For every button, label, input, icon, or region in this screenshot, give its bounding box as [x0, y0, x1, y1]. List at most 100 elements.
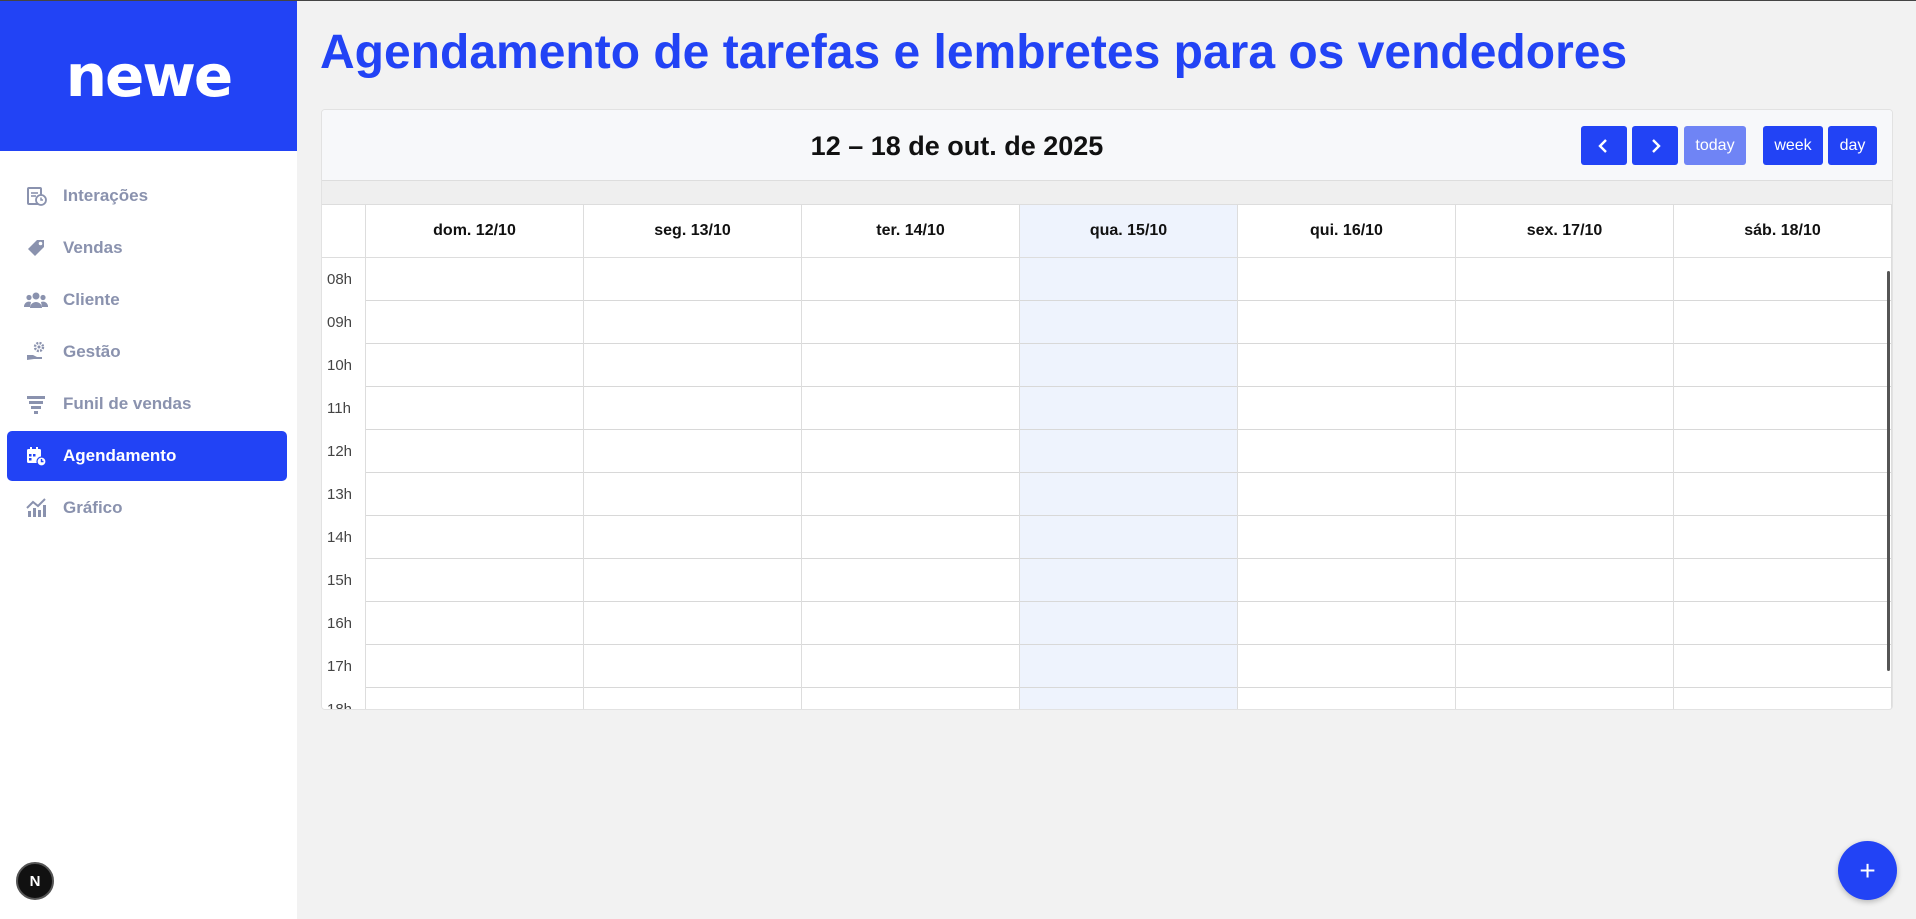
time-slot[interactable]: [802, 430, 1019, 473]
time-slot[interactable]: [1238, 645, 1455, 688]
today-button[interactable]: today: [1684, 126, 1746, 165]
time-slot[interactable]: [1674, 688, 1891, 709]
day-header[interactable]: qui. 16/10: [1238, 205, 1456, 257]
time-slot[interactable]: [1456, 559, 1673, 602]
week-view-button[interactable]: week: [1763, 126, 1823, 165]
time-slot[interactable]: [802, 301, 1019, 344]
time-slot[interactable]: [1456, 473, 1673, 516]
calendar-scrollbar[interactable]: [1887, 271, 1890, 671]
sidebar-item-interacoes[interactable]: Interações: [7, 171, 287, 221]
time-slot[interactable]: [1456, 387, 1673, 430]
sidebar-item-grafico[interactable]: Gráfico: [7, 483, 287, 533]
time-slot[interactable]: [1674, 258, 1891, 301]
time-slot[interactable]: [802, 602, 1019, 645]
time-slot[interactable]: [1020, 301, 1237, 344]
next-week-button[interactable]: [1632, 126, 1678, 165]
time-slot[interactable]: [584, 645, 801, 688]
time-slot[interactable]: [584, 387, 801, 430]
time-slot[interactable]: [584, 559, 801, 602]
time-slot[interactable]: [1238, 258, 1455, 301]
time-slot[interactable]: [584, 516, 801, 559]
time-slot[interactable]: [366, 602, 583, 645]
time-slot[interactable]: [1238, 301, 1455, 344]
sidebar-item-cliente[interactable]: Cliente: [7, 275, 287, 325]
time-slot[interactable]: [366, 430, 583, 473]
time-slot[interactable]: [802, 559, 1019, 602]
time-slot[interactable]: [366, 301, 583, 344]
time-slot[interactable]: [584, 473, 801, 516]
time-slot[interactable]: [366, 688, 583, 709]
time-slot[interactable]: [1674, 602, 1891, 645]
time-slot[interactable]: [1238, 473, 1455, 516]
time-slot[interactable]: [1238, 387, 1455, 430]
time-slot[interactable]: [1456, 516, 1673, 559]
time-slot[interactable]: [1674, 559, 1891, 602]
sidebar-item-gestao[interactable]: Gestão: [7, 327, 287, 377]
time-slot[interactable]: [366, 473, 583, 516]
time-slot[interactable]: [1020, 645, 1237, 688]
time-slot[interactable]: [1020, 602, 1237, 645]
time-slot[interactable]: [802, 258, 1019, 301]
time-slot[interactable]: [1020, 430, 1237, 473]
time-slot[interactable]: [1456, 430, 1673, 473]
time-slot[interactable]: [1456, 602, 1673, 645]
time-slot[interactable]: [1238, 344, 1455, 387]
time-slot[interactable]: [584, 258, 801, 301]
time-slot[interactable]: [1238, 559, 1455, 602]
time-slot[interactable]: [1238, 430, 1455, 473]
logo[interactable]: newe: [0, 1, 297, 151]
time-slot[interactable]: [584, 430, 801, 473]
prev-week-button[interactable]: [1581, 126, 1627, 165]
time-slot[interactable]: [1020, 387, 1237, 430]
day-view-button[interactable]: day: [1828, 126, 1877, 165]
time-slot[interactable]: [1020, 473, 1237, 516]
day-header[interactable]: seg. 13/10: [584, 205, 802, 257]
time-slot[interactable]: [1674, 387, 1891, 430]
sidebar-item-vendas[interactable]: Vendas: [7, 223, 287, 273]
time-slot[interactable]: [1020, 516, 1237, 559]
time-slot[interactable]: [1456, 301, 1673, 344]
time-slot[interactable]: [584, 602, 801, 645]
time-slot[interactable]: [1456, 258, 1673, 301]
time-slot[interactable]: [1674, 430, 1891, 473]
time-slot[interactable]: [1456, 645, 1673, 688]
time-slot[interactable]: [802, 387, 1019, 430]
sidebar-item-agendamento[interactable]: Agendamento: [7, 431, 287, 481]
time-slot[interactable]: [1674, 301, 1891, 344]
time-slot[interactable]: [584, 301, 801, 344]
day-header-today[interactable]: qua. 15/10: [1020, 205, 1238, 257]
time-slot[interactable]: [366, 559, 583, 602]
time-slot[interactable]: [366, 516, 583, 559]
add-event-button[interactable]: +: [1838, 841, 1897, 900]
time-slot[interactable]: [1238, 602, 1455, 645]
time-slot[interactable]: [802, 344, 1019, 387]
time-slot[interactable]: [1674, 516, 1891, 559]
time-slot[interactable]: [584, 688, 801, 709]
time-slot[interactable]: [802, 645, 1019, 688]
time-slot[interactable]: [1020, 688, 1237, 709]
time-slot[interactable]: [1238, 516, 1455, 559]
day-header[interactable]: sáb. 18/10: [1674, 205, 1892, 257]
time-slot[interactable]: [366, 387, 583, 430]
time-slot[interactable]: [802, 688, 1019, 709]
time-slot[interactable]: [802, 473, 1019, 516]
time-slot[interactable]: [366, 645, 583, 688]
time-slot[interactable]: [584, 344, 801, 387]
time-slot[interactable]: [1674, 645, 1891, 688]
framework-badge[interactable]: N: [16, 862, 54, 900]
time-slot[interactable]: [1020, 258, 1237, 301]
time-slot[interactable]: [366, 258, 583, 301]
day-header[interactable]: ter. 14/10: [802, 205, 1020, 257]
day-header[interactable]: dom. 12/10: [366, 205, 584, 257]
time-slot[interactable]: [1238, 688, 1455, 709]
day-header[interactable]: sex. 17/10: [1456, 205, 1674, 257]
time-slot[interactable]: [1456, 344, 1673, 387]
time-slot[interactable]: [1674, 344, 1891, 387]
time-slot[interactable]: [802, 516, 1019, 559]
time-slot[interactable]: [1674, 473, 1891, 516]
time-slot[interactable]: [366, 344, 583, 387]
time-slot[interactable]: [1020, 344, 1237, 387]
time-slot[interactable]: [1456, 688, 1673, 709]
sidebar-item-funil[interactable]: Funil de vendas: [7, 379, 287, 429]
time-slot[interactable]: [1020, 559, 1237, 602]
